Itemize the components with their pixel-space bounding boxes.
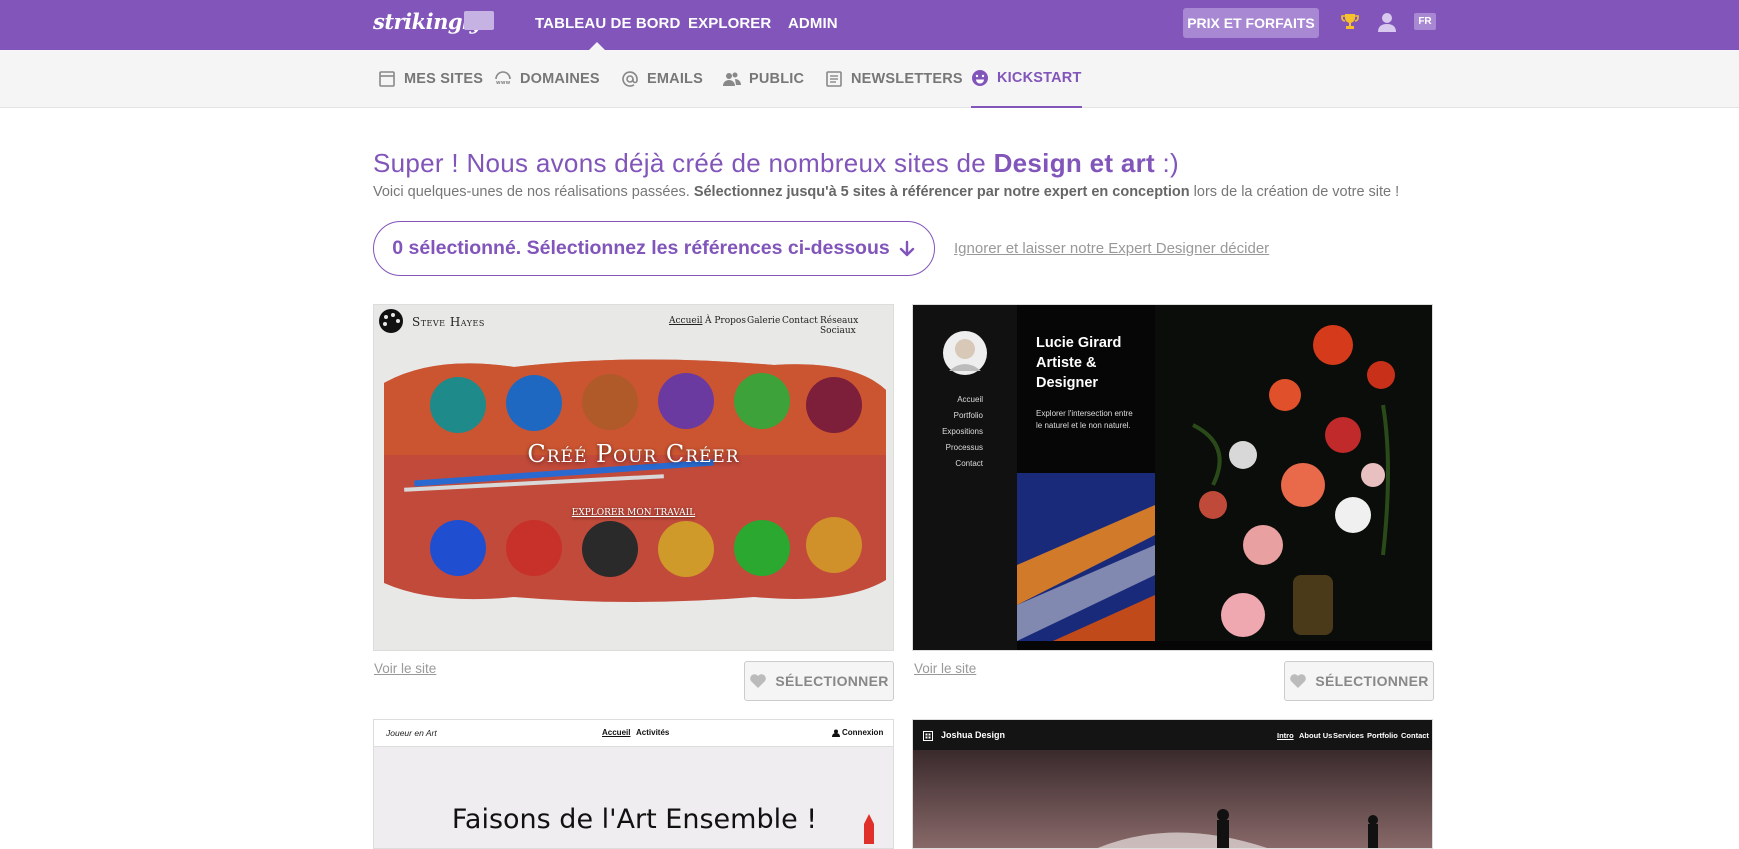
selection-count-pill[interactable]: 0 sélectionné. Sélectionnez les référenc…	[373, 221, 935, 276]
page-subtitle: Voici quelques-unes de nos réalisations …	[373, 184, 1399, 200]
title-line: Lucie Girard	[1036, 335, 1122, 351]
site-login-link: Connexion	[842, 728, 884, 737]
site-nav-link: Portfolio	[1367, 731, 1398, 740]
svg-text:www: www	[496, 80, 511, 86]
watercolor-palette-image	[374, 305, 893, 650]
site-nav-link: Contact	[1401, 731, 1429, 740]
flower-painting-image	[913, 305, 1432, 650]
page-title: Super ! Nous avons déjà créé de nombreux…	[373, 148, 1179, 179]
language-switcher[interactable]: FR	[1414, 13, 1436, 30]
site-nav-link: Galerie	[747, 316, 781, 326]
site-tagline: Explorer l'intersection entre le naturel…	[1036, 409, 1133, 430]
select-label: SÉLECTIONNER	[1315, 673, 1429, 689]
site-nav-link: Accueil	[669, 316, 703, 326]
tab-label: PUBLIC	[749, 71, 805, 87]
title-line: Designer	[1036, 375, 1099, 391]
site-nav-link: Portfolio	[953, 411, 983, 420]
select-label: SÉLECTIONNER	[775, 673, 889, 689]
select-template-button[interactable]: SÉLECTIONNER	[1284, 661, 1434, 701]
site-nav-link: Services	[1333, 731, 1364, 740]
site-brand: Joueur en Art	[386, 728, 437, 738]
top-bar: strikingly TABLEAU DE BORD EXPLORER ADMI…	[0, 0, 1739, 50]
trophy-icon[interactable]	[1340, 12, 1360, 32]
nav-admin[interactable]: ADMIN	[788, 15, 838, 32]
building-icon	[923, 731, 933, 741]
tab-label: NEWSLETTERS	[851, 71, 963, 87]
site-nav-link: Expositions	[942, 427, 983, 436]
template-card[interactable]: Joueur en Art Accueil Activités Connexio…	[373, 719, 894, 849]
site-header	[374, 720, 893, 747]
template-card[interactable]: Lucie Girard Artiste & Designer Explorer…	[912, 304, 1433, 651]
logo-badge	[464, 11, 494, 30]
site-nav-link: Accueil	[957, 395, 983, 404]
site-nav-link: À Propos	[705, 316, 746, 326]
heart-icon	[750, 674, 767, 688]
title-line: Artiste &	[1036, 355, 1097, 371]
tab-emails[interactable]: EMAILS	[621, 50, 703, 108]
user-icon[interactable]	[1376, 11, 1398, 33]
title-prefix: Super ! Nous avons déjà créé de nombreux…	[373, 148, 994, 178]
smiley-icon	[972, 70, 988, 86]
template-card[interactable]: Steve Hayes Accueil À Propos Galerie Con…	[373, 304, 894, 651]
view-site-link[interactable]: Voir le site	[374, 661, 436, 676]
tab-label: KICKSTART	[997, 70, 1082, 86]
site-nav-link: Contact	[955, 459, 983, 468]
pricing-button[interactable]: PRIX ET FORFAITS	[1183, 8, 1319, 38]
newsletter-icon	[826, 71, 842, 87]
tab-label: DOMAINES	[520, 71, 600, 87]
pencil-decoration	[864, 814, 874, 844]
active-nav-caret	[589, 42, 605, 50]
sub-navigation: MES SITES www DOMAINES EMAILS PUBLIC NEW…	[0, 50, 1739, 108]
site-title: Lucie Girard Artiste & Designer	[1036, 333, 1121, 393]
site-hero-title: Créé Pour Créer	[527, 440, 740, 468]
tab-my-sites[interactable]: MES SITES	[378, 50, 483, 108]
title-suffix: :)	[1154, 148, 1179, 178]
heart-icon	[1290, 674, 1307, 688]
selection-count-label: 0 sélectionné. Sélectionnez les référenc…	[392, 237, 890, 259]
arrow-down-icon	[899, 240, 914, 256]
site-hero-title: Faisons de l'Art Ensemble !	[451, 804, 818, 835]
site-brand: Joshua Design	[941, 730, 1006, 740]
tab-kickstart[interactable]: KICKSTART	[971, 50, 1082, 108]
nav-explore[interactable]: EXPLORER	[688, 15, 771, 32]
at-icon	[622, 71, 638, 87]
site-nav-link: Processus	[945, 443, 983, 452]
skip-let-designer-decide-link[interactable]: Ignorer et laisser notre Expert Designer…	[954, 240, 1269, 257]
subtitle-suffix: lors de la création de votre site !	[1189, 184, 1400, 200]
sites-icon	[379, 71, 395, 87]
site-nav-link: Accueil	[602, 728, 631, 737]
site-nav-link: Contact	[782, 316, 818, 326]
select-template-button[interactable]: SÉLECTIONNER	[744, 661, 894, 701]
user-icon	[832, 729, 840, 737]
tab-label: EMAILS	[647, 71, 703, 87]
site-nav-link: Réseaux Sociaux	[820, 316, 859, 336]
nav-dashboard[interactable]: TABLEAU DE BORD	[535, 15, 680, 32]
view-site-link[interactable]: Voir le site	[914, 661, 976, 676]
template-card[interactable]: Joshua Design Intro About Us Services Po…	[912, 719, 1433, 849]
tab-domains[interactable]: www DOMAINES	[494, 50, 600, 108]
site-nav-link: Intro	[1277, 731, 1294, 740]
tab-public[interactable]: PUBLIC	[723, 50, 804, 108]
users-icon	[723, 72, 741, 86]
tab-label: MES SITES	[404, 71, 484, 87]
title-category: Design et art	[993, 148, 1155, 178]
subtitle-bold: Sélectionnez jusqu'à 5 sites à référence…	[693, 184, 1190, 200]
site-brand: Steve Hayes	[412, 315, 485, 329]
site-nav-link: About Us	[1299, 731, 1333, 740]
tab-newsletters[interactable]: NEWSLETTERS	[825, 50, 963, 108]
site-nav-link: Activités	[636, 728, 670, 737]
site-cta: EXPLORER MON TRAVAIL	[571, 508, 696, 518]
domains-icon: www	[495, 71, 511, 86]
subtitle-prefix: Voici quelques-unes de nos réalisations …	[373, 184, 694, 200]
